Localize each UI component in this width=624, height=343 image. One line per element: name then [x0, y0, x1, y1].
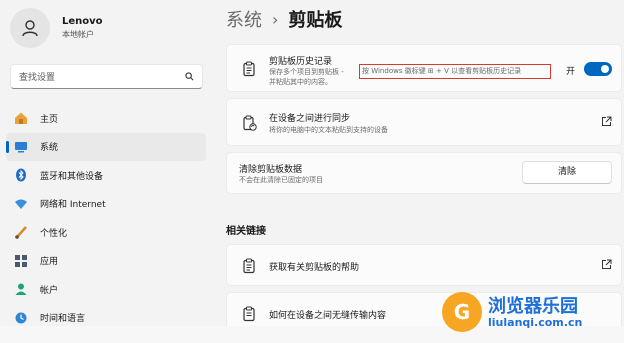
sidebar-item-label: 主页 — [40, 114, 59, 125]
clear-title: 清除剪贴板数据 — [239, 165, 303, 175]
sidebar-item-home[interactable]: 主页 — [6, 104, 206, 132]
bluetooth-icon — [14, 168, 28, 182]
sidebar-item-label: 网络和 Internet — [40, 200, 106, 210]
clear-button[interactable]: 清除 — [522, 161, 612, 184]
sidebar-item-label: 蓝牙和其他设备 — [40, 171, 104, 182]
system-icon — [14, 140, 28, 154]
watermark: G 浏览器乐园 liulanqi.com.cn — [434, 288, 624, 336]
network-icon — [14, 197, 28, 211]
person-icon — [22, 20, 38, 37]
clipboard-icon — [243, 258, 255, 274]
clipboard-history-desc: 保存多个项目到剪贴板 - — [269, 68, 344, 76]
search-icon — [185, 72, 194, 81]
sidebar-item-label: 系统 — [40, 143, 59, 153]
account-icon — [14, 282, 28, 296]
clear-desc: 不会在此清除已固定的项目 — [239, 176, 323, 184]
watermark-url: liulanqi.com.cn — [488, 316, 583, 329]
clipboard-history-title: 剪贴板历史记录 — [269, 57, 333, 67]
clipboard-icon — [243, 306, 255, 322]
clipboard-sync-icon — [243, 115, 257, 131]
sidebar-item-personalization[interactable]: 个性化 — [6, 218, 206, 246]
search-placeholder: 查找设置 — [19, 73, 56, 83]
sidebar-item-label: 帐户 — [40, 285, 59, 296]
brush-icon — [14, 225, 28, 239]
breadcrumb-parent[interactable]: 系统 — [226, 6, 262, 32]
sidebar-item-bluetooth[interactable]: 蓝牙和其他设备 — [6, 161, 206, 189]
page-title: 剪贴板 — [288, 10, 343, 31]
clipboard-history-desc-line2: 并粘贴其中的内容。 — [269, 78, 332, 86]
shortcut-hint: 按 Windows 徽标键 ⊞ + V 以查看剪贴板历史记录 — [362, 67, 522, 75]
external-link-icon[interactable] — [601, 259, 612, 270]
sync-title: 在设备之间进行同步 — [269, 114, 351, 124]
clipboard-icon — [243, 61, 255, 77]
sidebar-item-system[interactable]: 系统 — [6, 132, 206, 161]
help-link-card[interactable]: 获取有关剪贴板的帮助 — [226, 244, 622, 286]
avatar — [10, 8, 50, 48]
nav-list: 主页 系统 蓝牙和其他设备 网络和 Internet 个性化 应用 帐户 时间和… — [6, 104, 206, 332]
user-account-type: 本地帐户 — [62, 30, 94, 39]
breadcrumb-separator: › — [272, 9, 279, 29]
sidebar-item-network[interactable]: 网络和 Internet — [6, 190, 206, 218]
watermark-logo: G — [442, 292, 482, 332]
toggle-knob — [601, 65, 609, 73]
sidebar-item-accounts[interactable]: 帐户 — [6, 275, 206, 303]
sidebar-item-apps[interactable]: 应用 — [6, 247, 206, 275]
transfer-link-label: 如何在设备之间无缝传输内容 — [269, 311, 387, 321]
toggle-state-label: 开 — [566, 67, 576, 77]
external-link-icon[interactable] — [601, 116, 612, 127]
clipboard-history-toggle[interactable] — [584, 62, 612, 76]
sidebar: Lenovo 本地帐户 查找设置 主页 系统 蓝牙和其他设备 网络和 Inter… — [0, 0, 212, 343]
sync-card[interactable]: 在设备之间进行同步 将你的电脑中的文本粘贴到支持的设备 — [226, 98, 622, 146]
time-language-icon — [14, 311, 28, 325]
apps-icon — [14, 254, 28, 268]
breadcrumb: 系统 › 剪贴板 — [226, 6, 342, 32]
related-links-heading: 相关链接 — [226, 226, 266, 237]
sidebar-item-label: 个性化 — [40, 228, 68, 239]
sidebar-item-label: 时间和语言 — [40, 314, 86, 324]
help-link-label: 获取有关剪贴板的帮助 — [269, 263, 360, 273]
home-icon — [14, 111, 28, 125]
user-name: Lenovo — [62, 16, 103, 27]
search-input[interactable]: 查找设置 — [10, 64, 203, 89]
user-profile[interactable]: Lenovo 本地帐户 — [10, 8, 103, 48]
watermark-title: 浏览器乐园 — [488, 296, 578, 317]
sync-desc: 将你的电脑中的文本粘贴到支持的设备 — [269, 126, 388, 134]
sidebar-item-label: 应用 — [40, 257, 59, 267]
